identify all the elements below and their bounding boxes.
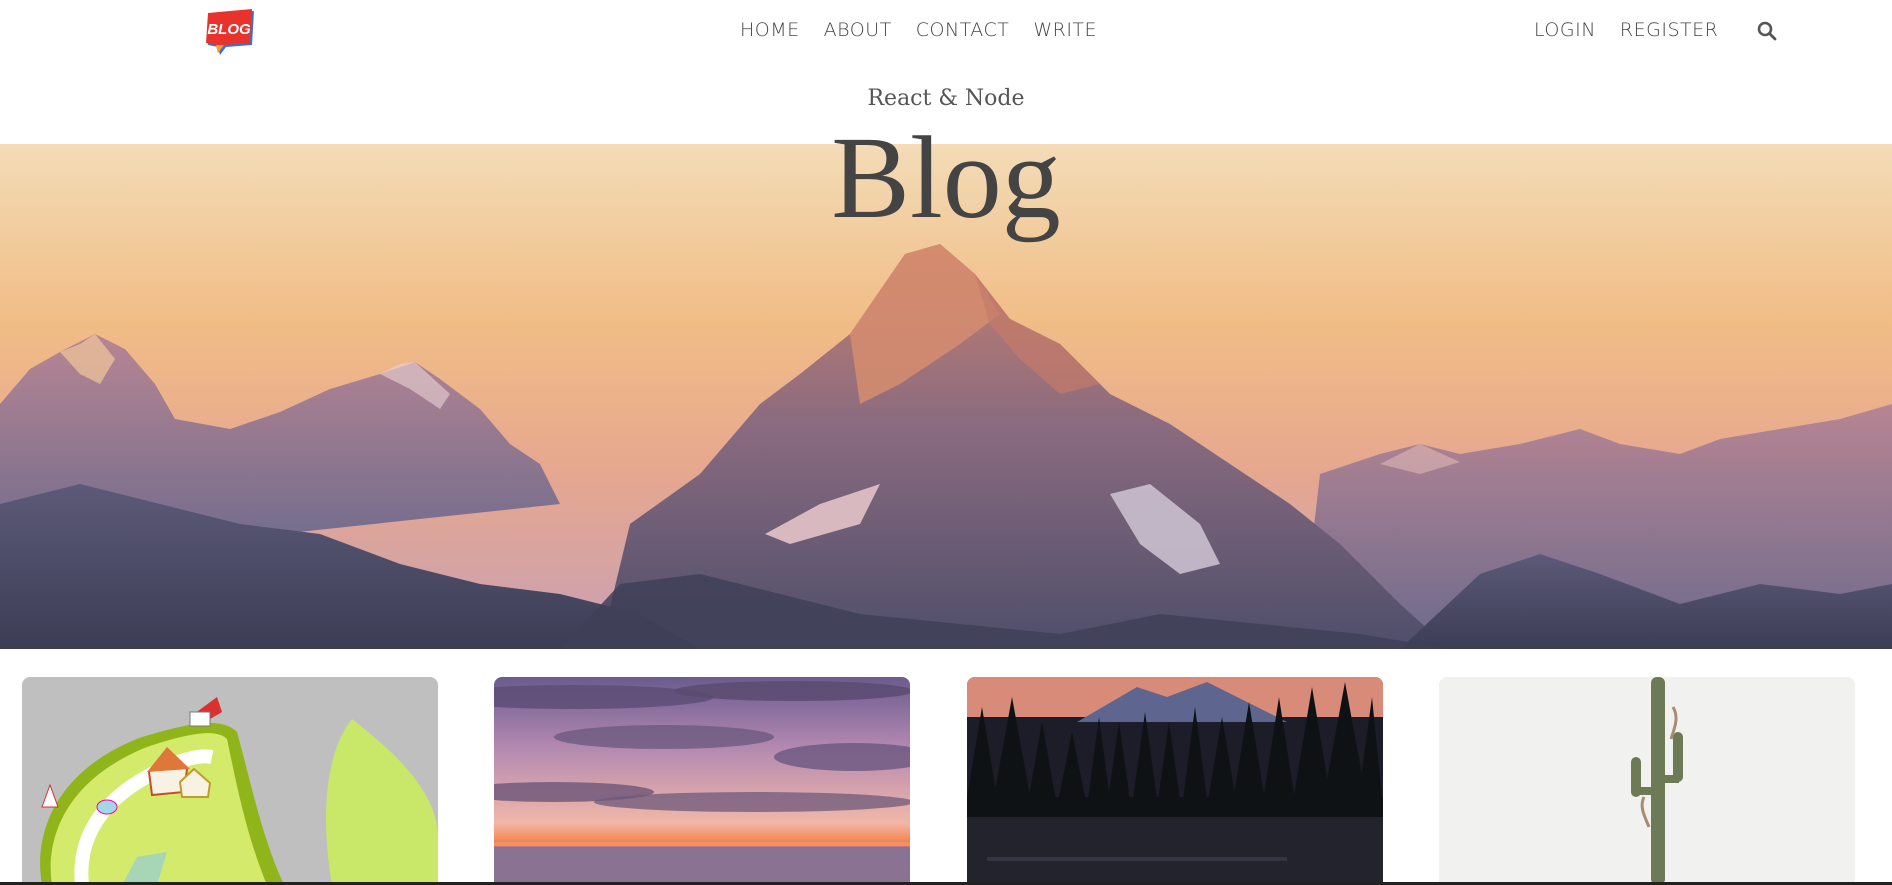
- nav-contact[interactable]: CONTACT: [916, 19, 1010, 41]
- search-icon[interactable]: [1756, 20, 1778, 42]
- post-card-sunset-sea[interactable]: [494, 677, 910, 885]
- header-title: Blog: [831, 112, 1061, 243]
- auth-nav: LOGIN REGISTER: [1534, 19, 1718, 41]
- svg-text:BLOG: BLOG: [207, 21, 251, 38]
- nav-register[interactable]: REGISTER: [1620, 19, 1718, 41]
- nav-login[interactable]: LOGIN: [1534, 19, 1596, 41]
- blog-logo[interactable]: BLOG: [204, 9, 258, 55]
- post-card-forest[interactable]: [967, 677, 1383, 885]
- nav-home[interactable]: HOME: [740, 19, 800, 41]
- navbar: BLOG HOME ABOUT CONTACT WRITE LOGIN REGI…: [0, 0, 1892, 62]
- post-card-temple[interactable]: [22, 677, 438, 885]
- nav-write[interactable]: WRITE: [1033, 19, 1097, 41]
- main-nav: HOME ABOUT CONTACT WRITE: [740, 19, 1097, 41]
- post-card-cactus[interactable]: [1439, 677, 1855, 885]
- nav-about[interactable]: ABOUT: [824, 19, 892, 41]
